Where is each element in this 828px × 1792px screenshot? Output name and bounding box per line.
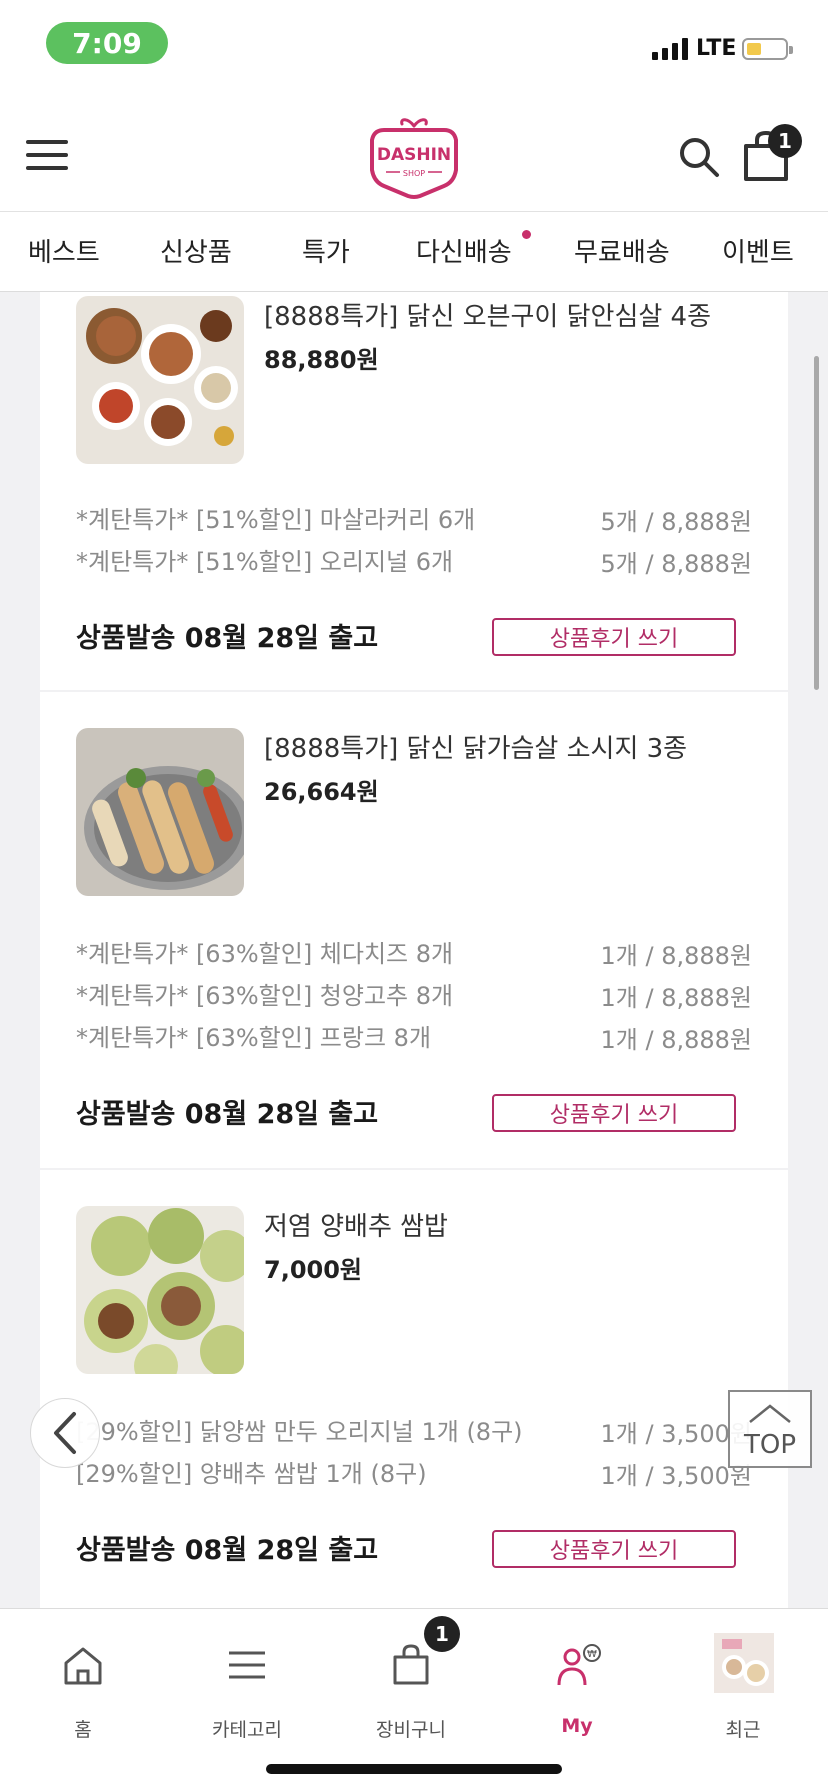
cart-count-badge: 1: [768, 124, 802, 158]
chevron-left-icon: [54, 1412, 76, 1454]
search-icon[interactable]: [678, 136, 720, 178]
write-review-button[interactable]: 상품후기 쓰기: [492, 1094, 736, 1132]
category-list-icon: [229, 1651, 265, 1679]
category-dashin-delivery[interactable]: 다신배송: [416, 232, 512, 269]
tab-category-label: 카테고리: [212, 1719, 282, 1741]
logo-subtext: SHOP: [403, 169, 425, 178]
scroll-top-label: TOP: [743, 1430, 797, 1460]
product-name[interactable]: [8888특가] 닭신 오븐구이 닭안심살 4종: [264, 296, 711, 333]
shipping-status: 상품발송 08월 28일 출고: [76, 623, 379, 654]
status-bar: 7:09 LTE: [0, 0, 828, 88]
option-name: *계탄특가* [63%할인] 청양고추 8개: [76, 982, 454, 1010]
product-name[interactable]: 저염 양배추 쌈밥: [264, 1206, 448, 1243]
shipping-status: 상품발송 08월 28일 출고: [76, 1099, 379, 1130]
category-best[interactable]: 베스트: [28, 232, 100, 269]
chevron-up-icon: [749, 1404, 791, 1423]
category-free-shipping[interactable]: 무료배송: [574, 232, 670, 269]
write-review-button[interactable]: 상품후기 쓰기: [492, 1530, 736, 1568]
scroll-top-button[interactable]: TOP: [728, 1390, 812, 1468]
product-price: 88,880원: [264, 346, 379, 374]
tab-cart-label: 장비구니: [376, 1719, 446, 1741]
order-list: [8888특가] 닭신 오븐구이 닭안심살 4종 88,880원 *계탄특가* …: [40, 292, 788, 1608]
battery-icon: [742, 38, 793, 60]
category-new[interactable]: 신상품: [160, 232, 232, 269]
option-name: *계탄특가* [63%할인] 프랑크 8개: [76, 1024, 432, 1052]
order-item: 저염 양배추 쌈밥 7,000원 [29%할인] 닭양쌈 만두 오리지널 1개 …: [40, 1170, 788, 1608]
new-indicator-dot: [522, 230, 531, 239]
user-points-icon: ₩: [557, 1644, 601, 1686]
tab-my[interactable]: ₩ My: [522, 1629, 632, 1739]
signal-icon: [652, 36, 688, 60]
option-name: *계탄특가* [51%할인] 마살라커리 6개: [76, 506, 476, 534]
write-review-button[interactable]: 상품후기 쓰기: [492, 618, 736, 656]
category-nav: 베스트 신상품 특가 다신배송 무료배송 이벤트: [0, 212, 828, 292]
tab-recent-label: 최근: [725, 1719, 761, 1741]
cart-icon: [393, 1644, 429, 1685]
product-image[interactable]: [76, 296, 244, 464]
product-name[interactable]: [8888특가] 닭신 닭가슴살 소시지 3종: [264, 728, 687, 765]
option-name: [29%할인] 양배추 쌈밥 1개 (8구): [76, 1460, 427, 1488]
option-quantity: 1개 / 8,888원: [600, 984, 752, 1012]
logo-text: DASHIN: [377, 145, 451, 165]
tab-category[interactable]: 카테고리: [192, 1629, 302, 1741]
home-indicator[interactable]: [266, 1764, 562, 1774]
menu-icon[interactable]: [26, 140, 68, 170]
category-sale[interactable]: 특가: [302, 232, 350, 269]
network-type: LTE: [696, 36, 737, 61]
app-header: DASHIN SHOP 1: [0, 88, 828, 212]
order-item: [8888특가] 닭신 닭가슴살 소시지 3종 26,664원 *계탄특가* […: [40, 692, 788, 1168]
recent-product-thumbnail: [714, 1633, 774, 1693]
status-time: 7:09: [46, 22, 168, 64]
back-button[interactable]: [30, 1398, 100, 1468]
home-icon: [64, 1647, 102, 1685]
category-event[interactable]: 이벤트: [722, 232, 794, 269]
order-item: [8888특가] 닭신 오븐구이 닭안심살 4종 88,880원 *계탄특가* …: [40, 292, 788, 690]
tab-my-label: My: [561, 1715, 593, 1737]
svg-text:₩: ₩: [587, 1649, 597, 1660]
option-name: *계탄특가* [63%할인] 체다치즈 8개: [76, 940, 454, 968]
option-quantity: 5개 / 8,888원: [600, 550, 752, 578]
tab-home-label: 홈: [74, 1719, 92, 1741]
tab-home[interactable]: 홈: [28, 1629, 138, 1741]
scrollbar[interactable]: [814, 356, 819, 690]
dashin-shop-logo[interactable]: DASHIN SHOP: [364, 110, 464, 200]
product-image[interactable]: [76, 728, 244, 896]
tab-recent[interactable]: 최근: [688, 1629, 798, 1741]
option-quantity: 1개 / 8,888원: [600, 942, 752, 970]
product-price: 7,000원: [264, 1256, 362, 1284]
cart-count-badge: 1: [424, 1616, 460, 1652]
option-name: [29%할인] 닭양쌈 만두 오리지널 1개 (8구): [76, 1418, 523, 1446]
option-quantity: 1개 / 8,888원: [600, 1026, 752, 1054]
shipping-status: 상품발송 08월 28일 출고: [76, 1535, 379, 1566]
product-image[interactable]: [76, 1206, 244, 1374]
option-quantity: 5개 / 8,888원: [600, 508, 752, 536]
product-price: 26,664원: [264, 778, 379, 806]
option-name: *계탄특가* [51%할인] 오리지널 6개: [76, 548, 454, 576]
